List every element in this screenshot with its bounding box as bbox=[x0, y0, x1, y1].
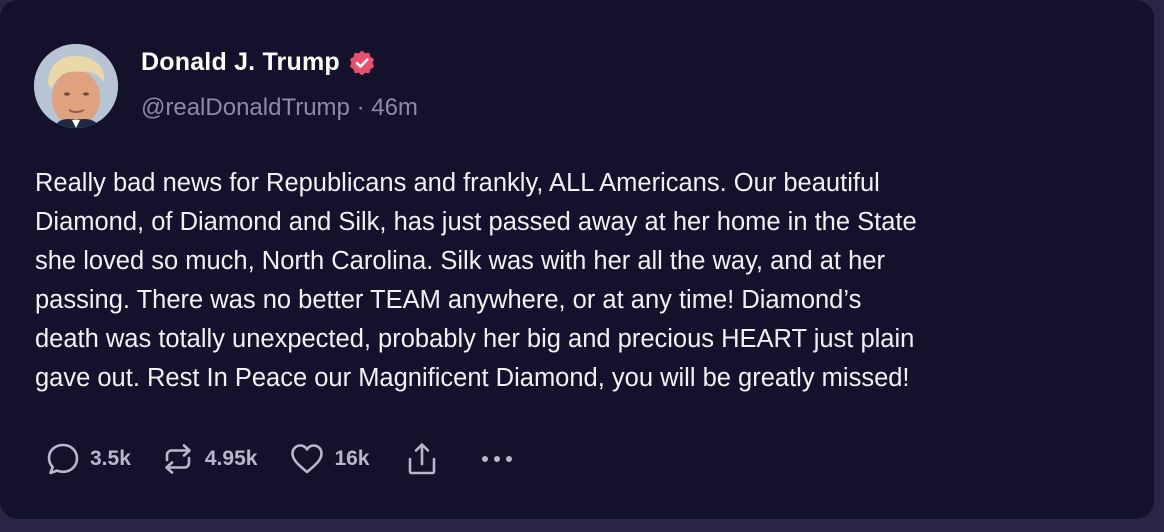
post-body-line: Really bad news for Republicans and fran… bbox=[35, 169, 880, 197]
post-body-line: gave out. Rest In Peace our Magnificent … bbox=[35, 364, 910, 392]
author-handle[interactable]: @realDonaldTrump bbox=[141, 94, 350, 121]
post-body-line: death was totally unexpected, probably h… bbox=[35, 325, 915, 353]
repost-count: 4.95k bbox=[204, 447, 258, 470]
post-time[interactable]: 46m bbox=[371, 94, 418, 121]
share-button[interactable] bbox=[405, 440, 439, 478]
meta-separator: · bbox=[356, 94, 365, 121]
post-card: Donald J. Trump @realDonaldTrump · 46m R… bbox=[0, 0, 1154, 519]
repost-icon bbox=[165, 444, 191, 474]
handle-row: @realDonaldTrump · 46m bbox=[141, 94, 418, 122]
post-body-line: passing. There was no better TEAM anywhe… bbox=[35, 286, 862, 314]
post-body-line: she loved so much, North Carolina. Silk … bbox=[35, 247, 885, 275]
more-button[interactable] bbox=[477, 440, 517, 478]
repost-button[interactable]: 4.95k bbox=[159, 440, 258, 478]
reply-icon bbox=[47, 443, 79, 475]
post-actions: 3.5k 4.95k 16k bbox=[44, 440, 517, 478]
heart-icon bbox=[291, 444, 324, 474]
reply-count: 3.5k bbox=[90, 447, 131, 470]
avatar-image bbox=[34, 44, 118, 128]
share-icon bbox=[409, 443, 436, 475]
like-count: 16k bbox=[334, 447, 370, 470]
post-body: Really bad news for Republicans and fran… bbox=[35, 164, 1135, 398]
more-icon bbox=[482, 456, 513, 462]
verified-badge-icon bbox=[349, 50, 374, 75]
post-body-line: Diamond, of Diamond and Silk, has just p… bbox=[35, 208, 917, 236]
reply-button[interactable]: 3.5k bbox=[44, 440, 131, 478]
author-name-row: Donald J. Trump bbox=[141, 48, 376, 77]
author-name[interactable]: Donald J. Trump bbox=[141, 48, 340, 77]
author-avatar[interactable] bbox=[34, 44, 118, 128]
like-button[interactable]: 16k bbox=[288, 440, 369, 478]
